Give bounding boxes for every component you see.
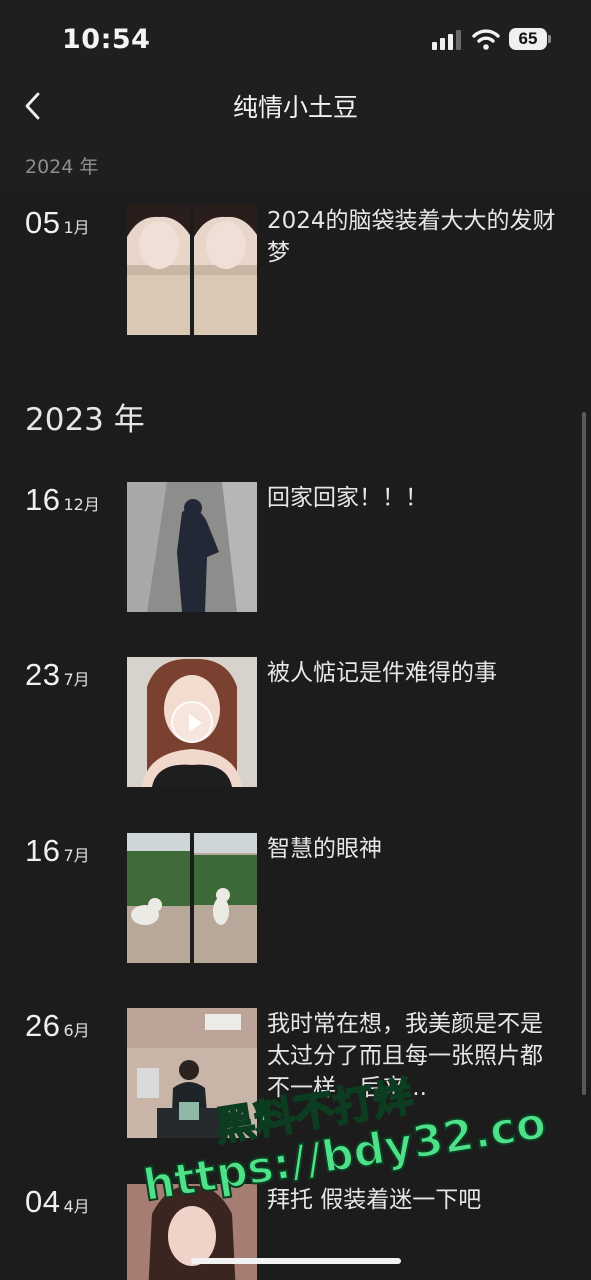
post-item[interactable]: 23 7月 被人惦记是件难得的事 [0,657,591,789]
post-month: 1月 [63,218,90,237]
post-month: 7月 [63,846,90,865]
post-item[interactable]: 16 12月 回家回家！！！ [0,482,591,614]
post-day: 05 [25,205,61,240]
post-date: 16 12月 [25,482,100,518]
post-day: 16 [25,833,61,868]
post-date: 26 6月 [25,1008,90,1044]
post-text: 拜托 假装着迷一下吧 [267,1187,482,1213]
post-text: 被人惦记是件难得的事 [267,660,497,686]
post-text: 我时常在想，我美颜是不是太过分了而且每一张照片都不一样，后来... [267,1011,543,1101]
post-month: 7月 [63,670,90,689]
wifi-icon [472,29,500,50]
post-day: 26 [25,1008,61,1043]
post-thumbnail[interactable] [127,833,257,963]
post-text: 2024的脑袋装着大大的发财梦 [267,208,556,266]
post-thumbnail[interactable] [127,205,257,335]
post-date: 05 1月 [25,205,90,241]
home-indicator[interactable] [191,1258,401,1264]
post-month: 4月 [63,1197,90,1216]
post-date: 16 7月 [25,833,90,869]
battery-nub [548,35,551,43]
scrollbar[interactable] [582,412,586,1095]
nav-bar: 纯情小土豆 [0,78,591,134]
post-day: 23 [25,657,61,692]
cellular-signal-icon [432,30,461,50]
post-month: 6月 [63,1021,90,1040]
post-thumbnail[interactable] [127,1184,257,1280]
page-title: 纯情小土豆 [232,93,358,122]
post-item[interactable]: 05 1月 2024的脑袋装着大大的发财梦 [0,205,591,337]
status-bar: 10:54 65 [0,0,591,78]
post-day: 16 [25,482,61,517]
post-thumbnail[interactable] [127,482,257,612]
header-area: 10:54 65 纯情小土豆 2024 年 [0,0,591,192]
play-icon[interactable] [171,701,213,743]
post-item[interactable]: 16 7月 智慧的眼神 [0,833,591,965]
status-time: 10:54 [62,24,151,55]
post-thumbnail[interactable] [127,1008,257,1138]
post-text: 回家回家！！！ [267,485,428,511]
post-date: 04 4月 [25,1184,90,1220]
post-item[interactable]: 26 6月 我时常在想，我美颜是不是太过分了而且每一张照片都不一样，后来... [0,1008,591,1140]
post-month: 12月 [63,495,100,514]
year-heading: 2023 年 [25,402,145,438]
sticky-year-label: 2024 年 [25,156,99,178]
post-item[interactable]: 04 4月 拜托 假装着迷一下吧 [0,1184,591,1280]
post-day: 04 [25,1184,61,1219]
post-text: 智慧的眼神 [267,836,382,862]
battery-icon: 65 [509,28,547,50]
post-thumbnail[interactable] [127,657,257,787]
post-date: 23 7月 [25,657,90,693]
